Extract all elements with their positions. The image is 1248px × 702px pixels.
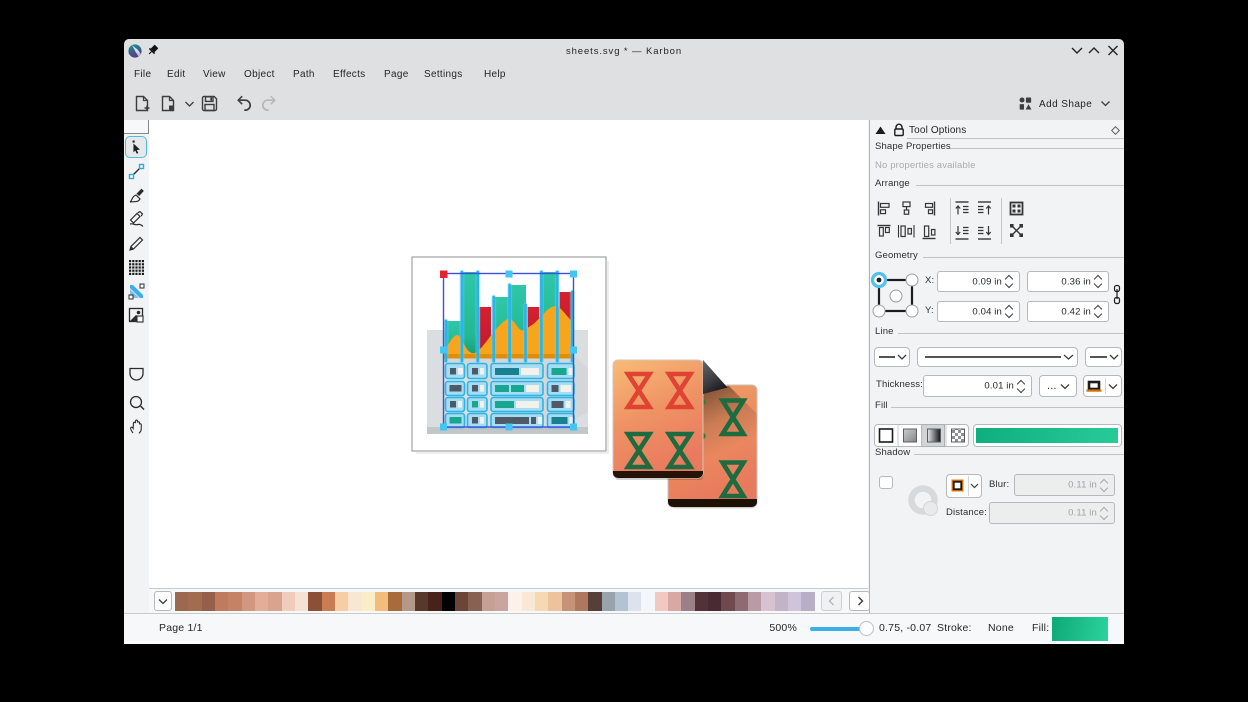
svg-text:...: ... <box>1047 380 1057 392</box>
